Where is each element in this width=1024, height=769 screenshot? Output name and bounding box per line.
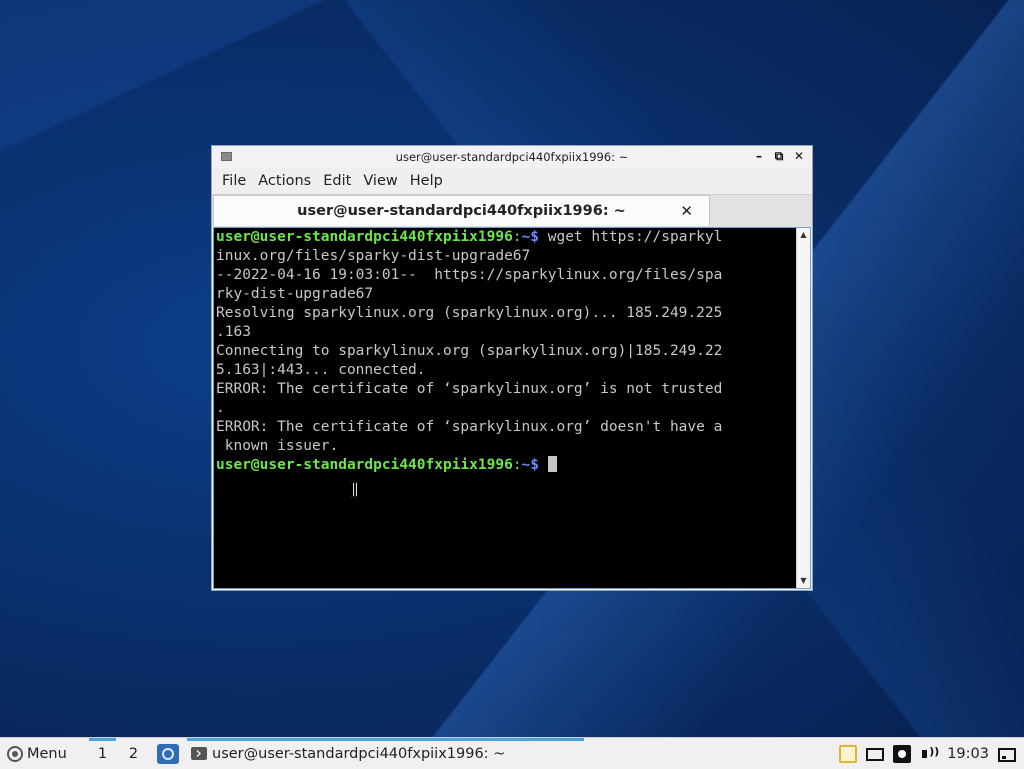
terminal-line: 5.163|:443... connected. [216, 361, 796, 380]
terminal-line: . [216, 399, 796, 418]
terminal-text: inux.org/files/sparky-dist-upgrade67 [216, 248, 531, 264]
maximize-button[interactable]: ⧉ [772, 149, 786, 163]
workspace-2-label: 2 [128, 745, 139, 762]
clock[interactable]: 19:03 [947, 746, 989, 762]
terminal-output[interactable]: user@user-standardpci440fxpiix1996:~$ wg… [216, 228, 796, 588]
prompt-separator: : [512, 229, 522, 245]
prompt-user: user@user-standardpci440fxpiix1996 [216, 457, 513, 473]
close-button[interactable]: ✕ [792, 149, 806, 163]
prompt-separator: : [512, 457, 522, 473]
volume-icon[interactable] [920, 745, 939, 763]
start-menu-button[interactable]: Menu [0, 745, 87, 762]
terminal-icon [191, 747, 207, 760]
workspace-1[interactable]: 1 [87, 738, 118, 769]
menu-view[interactable]: View [357, 173, 403, 189]
terminal-text: .163 [216, 324, 251, 340]
start-menu-label: Menu [27, 745, 67, 762]
terminal-line: Connecting to sparkylinux.org (sparkylin… [216, 342, 796, 361]
scroll-down-arrow-icon[interactable]: ▼ [797, 575, 810, 587]
terminal-line: .163 [216, 323, 796, 342]
app-launcher-icon[interactable] [157, 743, 179, 764]
terminal-text: ERROR: The certificate of ‘sparkylinux.o… [216, 381, 723, 397]
tab-close-button[interactable]: ✕ [680, 202, 693, 220]
scroll-up-arrow-icon[interactable]: ▲ [797, 229, 810, 241]
terminal-window: user@user-standardpci440fxpiix1996: ~ – … [211, 145, 813, 591]
terminal-line: Resolving sparkylinux.org (sparkylinux.o… [216, 304, 796, 323]
terminal-line: known issuer. [216, 437, 796, 456]
text-cursor [547, 456, 557, 472]
taskbar: Menu 1 2 user@user-standardpci440fxpiix1… [0, 737, 1024, 769]
clipboard-icon[interactable] [839, 744, 858, 763]
terminal-text: 5.163|:443... connected. [216, 362, 426, 378]
terminal-text: ERROR: The certificate of ‘sparkylinux.o… [216, 419, 723, 435]
terminal-line: user@user-standardpci440fxpiix1996:~$ wg… [216, 228, 796, 247]
menu-edit[interactable]: Edit [317, 173, 357, 189]
prompt-dir: ~$ [521, 457, 540, 473]
scrollbar[interactable]: ▲ ▼ [796, 228, 810, 588]
menu-bar: File Actions Edit View Help [212, 168, 812, 194]
tab-bar: user@user-standardpci440fxpiix1996: ~ ✕ [212, 194, 812, 227]
terminal-text: --2022-04-16 19:03:01-- https://sparkyli… [216, 267, 723, 283]
taskbar-task-terminal[interactable]: user@user-standardpci440fxpiix1996: ~ [187, 738, 584, 769]
tab-label: user@user-standardpci440fxpiix1996: ~ [297, 203, 626, 219]
terminal-line: user@user-standardpci440fxpiix1996:~$ [216, 456, 796, 475]
terminal-text: . [216, 400, 225, 416]
sparky-logo-icon [7, 745, 23, 762]
workspace-2[interactable]: 2 [118, 738, 149, 769]
menu-file[interactable]: File [216, 173, 252, 189]
terminal-line: inux.org/files/sparky-dist-upgrade67 [216, 247, 796, 266]
terminal-window-icon [221, 152, 232, 161]
terminal-text: wget https://sparkyl [539, 229, 723, 245]
terminal-text: Connecting to sparkylinux.org (sparkylin… [216, 343, 723, 359]
menu-help[interactable]: Help [404, 173, 449, 189]
terminal-line: --2022-04-16 19:03:01-- https://sparkyli… [216, 266, 796, 285]
menu-actions[interactable]: Actions [252, 173, 317, 189]
workspace-1-label: 1 [97, 745, 108, 762]
terminal-area[interactable]: user@user-standardpci440fxpiix1996:~$ wg… [213, 227, 811, 589]
task-label: user@user-standardpci440fxpiix1996: ~ [212, 745, 506, 762]
minimize-button[interactable]: – [752, 149, 766, 163]
prompt-dir: ~$ [521, 229, 540, 245]
display-icon[interactable] [866, 748, 885, 761]
mouse-ibeam-cursor-icon [350, 481, 358, 498]
system-tray: 19:03 [839, 738, 1024, 769]
prompt-user: user@user-standardpci440fxpiix1996 [216, 229, 513, 245]
terminal-line: rky-dist-upgrade67 [216, 285, 796, 304]
window-title: user@user-standardpci440fxpiix1996: ~ [395, 150, 629, 164]
show-desktop-icon[interactable] [998, 747, 1016, 762]
terminal-text: known issuer. [216, 438, 339, 454]
tab-terminal[interactable]: user@user-standardpci440fxpiix1996: ~ ✕ [213, 195, 710, 226]
terminal-text: rky-dist-upgrade67 [216, 286, 374, 302]
terminal-line: ERROR: The certificate of ‘sparkylinux.o… [216, 380, 796, 399]
network-icon[interactable] [893, 744, 912, 763]
terminal-text: Resolving sparkylinux.org (sparkylinux.o… [216, 305, 723, 321]
title-bar[interactable]: user@user-standardpci440fxpiix1996: ~ – … [212, 146, 812, 168]
terminal-line: ERROR: The certificate of ‘sparkylinux.o… [216, 418, 796, 437]
window-controls: – ⧉ ✕ [752, 149, 806, 163]
